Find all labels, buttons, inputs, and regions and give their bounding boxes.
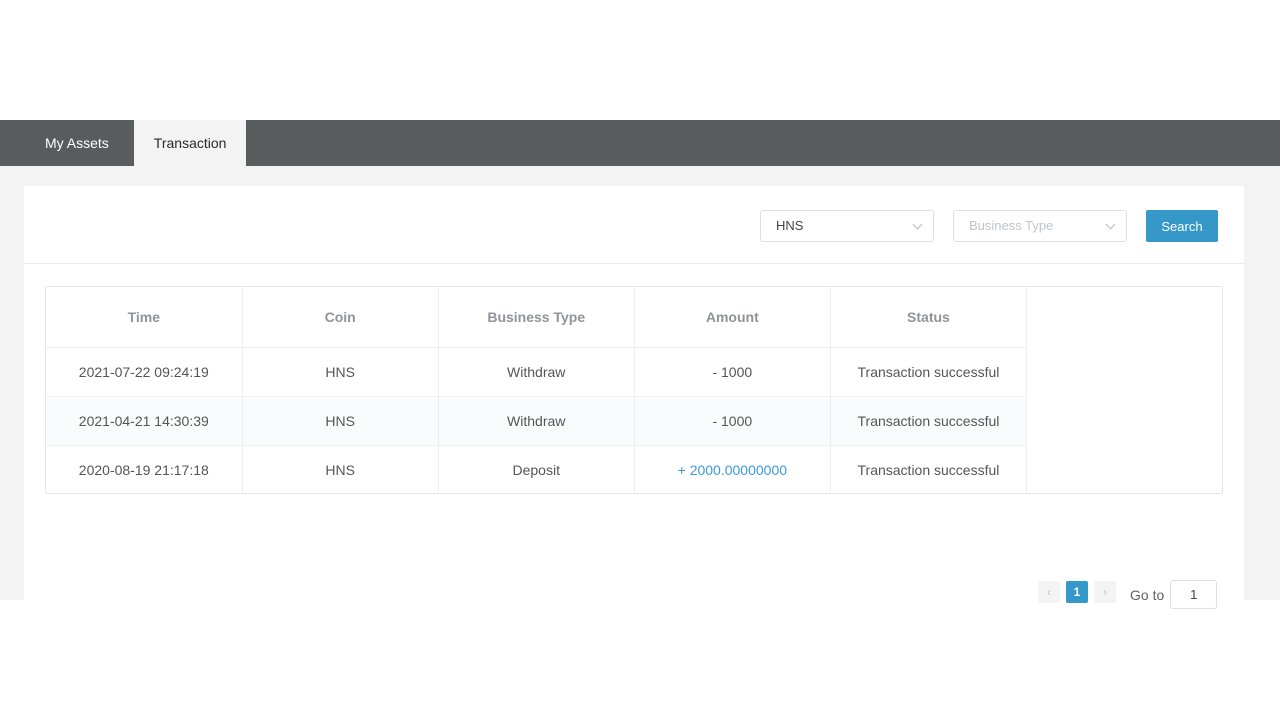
content-area: HNS Business Type Search Time Coin Busin…	[0, 166, 1280, 609]
column-header-status[interactable]: Status	[830, 287, 1028, 348]
business-type-select[interactable]: Business Type	[953, 210, 1127, 242]
goto-label: Go to	[1130, 586, 1165, 603]
top-tab-bar: My Assets Transaction	[0, 120, 1280, 166]
cell-time: 2020-08-19 21:17:18	[46, 445, 243, 493]
cell-amount: - 1000	[634, 396, 831, 446]
table-row[interactable]: 2021-04-21 14:30:39 HNS Withdraw - 1000 …	[46, 396, 1028, 446]
cell-status: Transaction successful	[830, 347, 1028, 397]
table-row[interactable]: 2020-08-19 21:17:18 HNS Deposit + 2000.0…	[46, 445, 1028, 493]
tab-label: Transaction	[153, 135, 227, 151]
column-header-business-type[interactable]: Business Type	[438, 287, 635, 348]
chevron-down-icon	[1105, 219, 1116, 230]
page-number-1[interactable]: 1	[1066, 580, 1088, 603]
tab-my-assets[interactable]: My Assets	[0, 120, 134, 166]
column-header-amount[interactable]: Amount	[634, 287, 831, 348]
cell-business-type: Withdraw	[438, 347, 635, 397]
prev-page-button[interactable]: ‹	[1038, 580, 1060, 603]
cell-time: 2021-04-21 14:30:39	[46, 396, 243, 446]
pagination: ‹ 1 › Go to	[1038, 574, 1218, 609]
transaction-card: HNS Business Type Search Time Coin Busin…	[24, 186, 1244, 609]
cell-coin: HNS	[242, 396, 439, 446]
filter-bar: HNS Business Type Search	[24, 186, 1244, 264]
cell-business-type: Withdraw	[438, 396, 635, 446]
chevron-down-icon	[912, 219, 923, 230]
cell-time: 2021-07-22 09:24:19	[46, 347, 243, 397]
cell-status: Transaction successful	[830, 396, 1028, 446]
coin-select[interactable]: HNS	[760, 210, 934, 242]
table-header-row: Time Coin Business Type Amount Status	[46, 287, 1028, 348]
cell-amount: - 1000	[634, 347, 831, 397]
business-type-placeholder: Business Type	[969, 218, 1054, 233]
search-button[interactable]: Search	[1146, 210, 1218, 242]
next-page-button[interactable]: ›	[1094, 580, 1116, 603]
cell-status: Transaction successful	[830, 445, 1028, 493]
cell-coin: HNS	[242, 445, 439, 493]
table-row[interactable]: 2021-07-22 09:24:19 HNS Withdraw - 1000 …	[46, 347, 1028, 397]
tab-label: My Assets	[45, 135, 109, 151]
column-header-coin[interactable]: Coin	[242, 287, 439, 348]
chevron-right-icon: ›	[1103, 584, 1107, 599]
cell-amount: + 2000.00000000	[634, 445, 831, 493]
transaction-table: Time Coin Business Type Amount Status 20…	[45, 286, 1223, 494]
tab-transaction[interactable]: Transaction	[133, 120, 247, 166]
chevron-left-icon: ‹	[1047, 584, 1051, 599]
coin-select-value: HNS	[776, 218, 804, 233]
column-header-time[interactable]: Time	[46, 287, 243, 348]
cell-coin: HNS	[242, 347, 439, 397]
goto-page-input[interactable]	[1170, 580, 1218, 609]
cell-business-type: Deposit	[438, 445, 635, 493]
